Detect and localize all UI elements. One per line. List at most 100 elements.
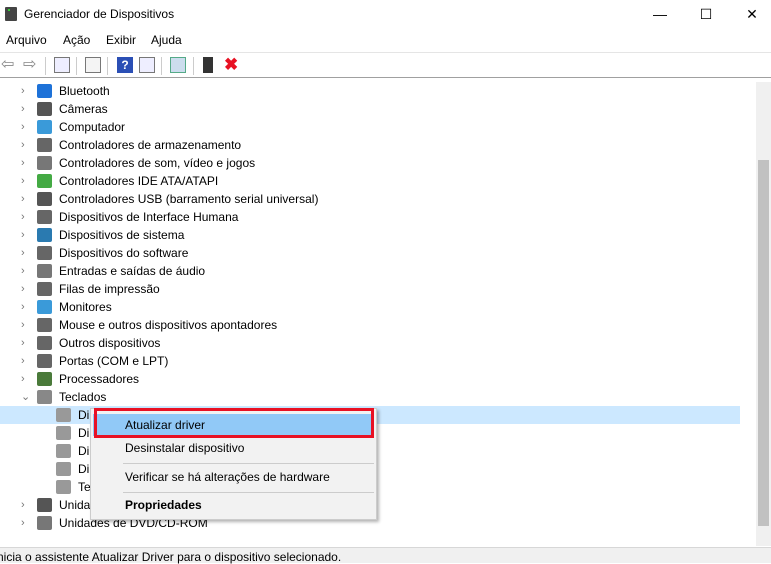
chevron-right-icon[interactable]: › bbox=[21, 226, 31, 244]
minimize-button[interactable]: — bbox=[637, 0, 683, 30]
vertical-scrollbar[interactable] bbox=[756, 82, 771, 546]
keyboard-icon bbox=[56, 426, 71, 440]
tree-item[interactable]: › Dispositivos de Interface Humana bbox=[0, 208, 740, 226]
tree-item[interactable]: › Processadores bbox=[0, 370, 740, 388]
tree-item[interactable]: › Bluetooth bbox=[0, 82, 740, 100]
tree-item[interactable]: › Monitores bbox=[0, 298, 740, 316]
tree-item-label: Filas de impressão bbox=[59, 282, 160, 296]
menu-exibir[interactable]: Exibir bbox=[106, 33, 136, 47]
show-hide-tree-icon[interactable] bbox=[54, 57, 70, 73]
chevron-down-icon[interactable]: ⌄ bbox=[21, 388, 31, 406]
speaker-icon bbox=[37, 156, 52, 170]
menu-item-uninstall[interactable]: Desinstalar dispositivo bbox=[93, 437, 374, 459]
title-bar: Gerenciador de Dispositivos — ☐ ✕ bbox=[0, 0, 771, 30]
tree-item[interactable]: › Filas de impressão bbox=[0, 280, 740, 298]
tree-item-label: Dispositivos do software bbox=[59, 246, 189, 260]
chevron-right-icon[interactable]: › bbox=[21, 154, 31, 172]
uninstall-icon[interactable]: ✖ bbox=[224, 56, 240, 73]
chevron-right-icon[interactable]: › bbox=[21, 82, 31, 100]
computer-icon bbox=[37, 120, 52, 134]
tree-item-label: Unida bbox=[59, 498, 91, 512]
menu-arquivo[interactable]: Arquivo bbox=[6, 33, 47, 47]
chevron-right-icon[interactable]: › bbox=[21, 496, 31, 514]
software-device-icon bbox=[37, 246, 52, 260]
tree-item[interactable]: › Portas (COM e LPT) bbox=[0, 352, 740, 370]
tree-item[interactable]: › Computador bbox=[0, 118, 740, 136]
mouse-icon bbox=[37, 318, 52, 332]
keyboard-icon bbox=[56, 480, 71, 494]
hid-icon bbox=[37, 210, 52, 224]
update-driver-icon[interactable] bbox=[203, 57, 213, 73]
storage-controller-icon bbox=[37, 138, 52, 152]
tree-item[interactable]: › Controladores USB (barramento serial un… bbox=[0, 190, 740, 208]
tree-item-label: Di bbox=[78, 426, 90, 440]
chevron-right-icon[interactable]: › bbox=[21, 136, 31, 154]
tree-item-label: Portas (COM e LPT) bbox=[59, 354, 169, 368]
help-icon[interactable]: ? bbox=[117, 57, 133, 73]
forward-icon[interactable]: ⇨ bbox=[23, 57, 39, 73]
tree-item-label: Di bbox=[78, 408, 90, 422]
scrollbar-thumb[interactable] bbox=[758, 160, 769, 526]
toolbar: ⇦ ⇨ ? ✖ bbox=[0, 52, 771, 78]
menu-item-properties[interactable]: Propriedades bbox=[93, 494, 374, 516]
tree-item-label: Monitores bbox=[59, 300, 112, 314]
tree-item-label: Processadores bbox=[59, 372, 140, 386]
chevron-right-icon[interactable]: › bbox=[21, 370, 31, 388]
tree-item-label: Di bbox=[78, 444, 90, 458]
menu-ajuda[interactable]: Ajuda bbox=[151, 33, 182, 47]
properties-icon[interactable] bbox=[85, 57, 101, 73]
chevron-right-icon[interactable]: › bbox=[21, 100, 31, 118]
chevron-right-icon[interactable]: › bbox=[21, 190, 31, 208]
tree-item[interactable]: › Mouse e outros dispositivos apontadores bbox=[0, 316, 740, 334]
chevron-right-icon[interactable]: › bbox=[21, 514, 31, 532]
tree-item-label: Entradas e saídas de áudio bbox=[59, 264, 206, 278]
tree-item[interactable]: › Controladores de som, vídeo e jogos bbox=[0, 154, 740, 172]
processor-icon bbox=[37, 372, 52, 386]
status-bar: nicia o assistente Atualizar Driver para… bbox=[0, 547, 771, 564]
tree-item-label: Di bbox=[78, 462, 90, 476]
maximize-button[interactable]: ☐ bbox=[683, 0, 729, 30]
tree-item[interactable]: › Câmeras bbox=[0, 100, 740, 118]
unknown-device-icon bbox=[37, 336, 52, 350]
scan-hardware-icon[interactable] bbox=[170, 57, 186, 73]
highlight-box bbox=[94, 408, 374, 438]
close-button[interactable]: ✕ bbox=[729, 0, 771, 30]
menu-bar: Arquivo Ação Exibir Ajuda bbox=[0, 30, 771, 50]
chevron-right-icon[interactable]: › bbox=[21, 208, 31, 226]
tree-item[interactable]: › Controladores IDE ATA/ATAPI bbox=[0, 172, 740, 190]
chevron-right-icon[interactable]: › bbox=[21, 352, 31, 370]
audio-icon bbox=[37, 264, 52, 278]
system-device-icon bbox=[37, 228, 52, 242]
chevron-right-icon[interactable]: › bbox=[21, 334, 31, 352]
chevron-right-icon[interactable]: › bbox=[21, 316, 31, 334]
bluetooth-icon bbox=[37, 84, 52, 98]
ide-icon bbox=[37, 174, 52, 188]
chevron-right-icon[interactable]: › bbox=[21, 280, 31, 298]
chevron-right-icon[interactable]: › bbox=[21, 262, 31, 280]
camera-icon bbox=[37, 102, 52, 116]
chevron-right-icon[interactable]: › bbox=[21, 172, 31, 190]
chevron-right-icon[interactable]: › bbox=[21, 118, 31, 136]
tree-item[interactable]: › Outros dispositivos bbox=[0, 334, 740, 352]
tree-item-label: Teclados bbox=[59, 390, 107, 404]
tree-item[interactable]: › Dispositivos de sistema bbox=[0, 226, 740, 244]
action-pane-icon[interactable] bbox=[139, 57, 155, 73]
chevron-right-icon[interactable]: › bbox=[21, 298, 31, 316]
tree-item-label: Mouse e outros dispositivos apontadores bbox=[59, 318, 278, 332]
tree-item[interactable]: › Entradas e saídas de áudio bbox=[0, 262, 740, 280]
menu-acao[interactable]: Ação bbox=[63, 33, 90, 47]
port-icon bbox=[37, 354, 52, 368]
keyboard-icon bbox=[37, 390, 52, 404]
tree-item-label: Te bbox=[78, 480, 91, 494]
tree-item-label: Bluetooth bbox=[59, 84, 110, 98]
tree-item[interactable]: › Dispositivos do software bbox=[0, 244, 740, 262]
tree-item[interactable]: ⌄ Teclados bbox=[0, 388, 740, 406]
keyboard-icon bbox=[56, 408, 71, 422]
status-text: nicia o assistente Atualizar Driver para… bbox=[0, 550, 342, 564]
back-icon[interactable]: ⇦ bbox=[1, 57, 17, 73]
tree-item[interactable]: › Controladores de armazenamento bbox=[0, 136, 740, 154]
menu-item-scan-hardware[interactable]: Verificar se há alterações de hardware bbox=[93, 466, 374, 488]
tree-item-label: Dispositivos de Interface Humana bbox=[59, 210, 239, 224]
tree-item-label: Outros dispositivos bbox=[59, 336, 161, 350]
chevron-right-icon[interactable]: › bbox=[21, 244, 31, 262]
